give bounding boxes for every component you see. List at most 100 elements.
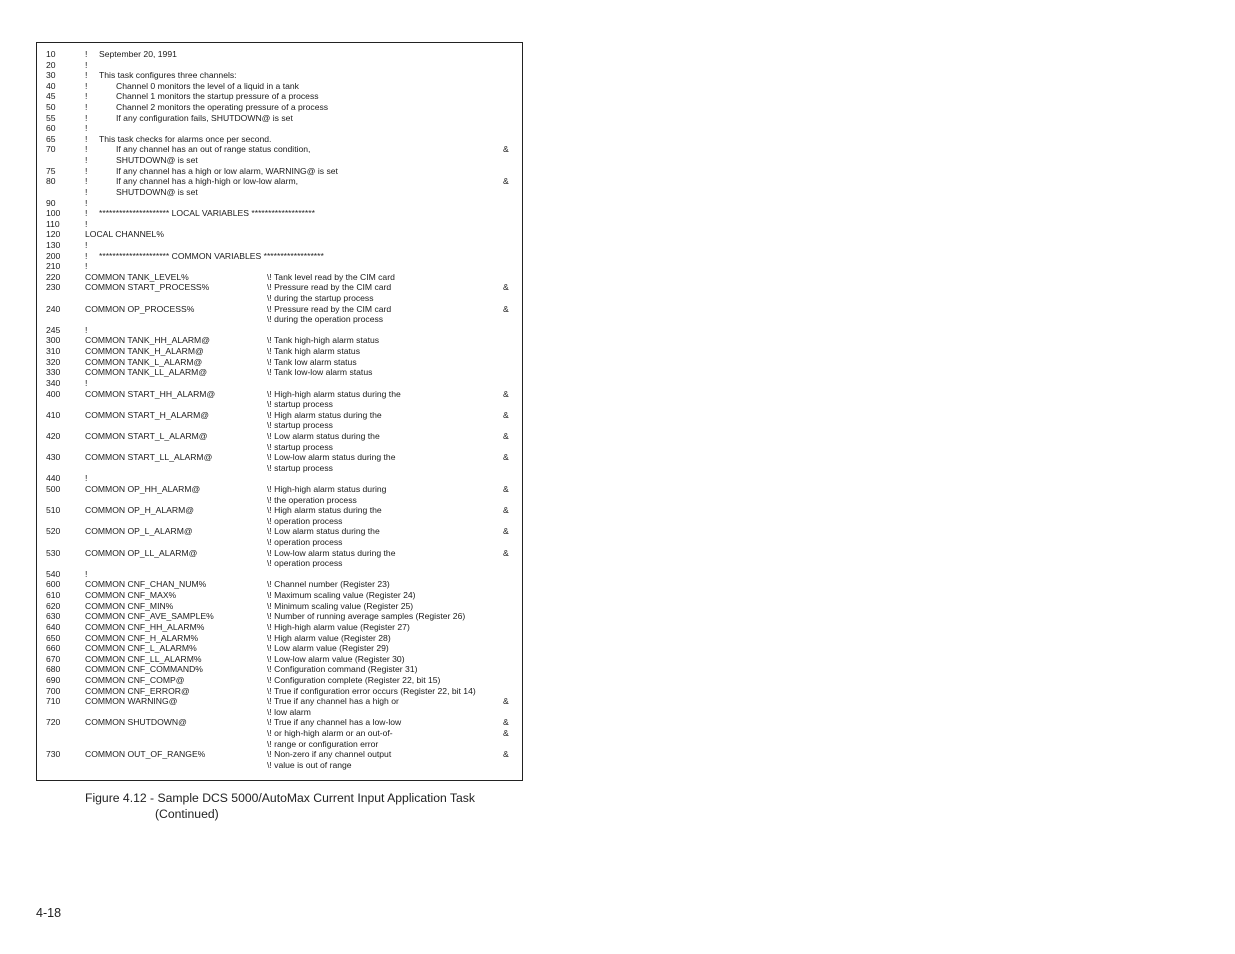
code-statement: COMMON CNF_AVE_SAMPLE% — [85, 611, 214, 622]
line-number: 620 — [46, 600, 61, 611]
code-line: 520 COMMON OP_L_ALARM@ \! Low alarm status… — [46, 526, 516, 537]
caption-line-2: (Continued) — [155, 807, 219, 821]
inline-remark: \! Tank high alarm status — [267, 346, 360, 357]
inline-remark: \! Minimum scaling value (Register 25) — [267, 600, 414, 611]
comment-text: ********************* LOCAL VARIABLES **… — [99, 208, 315, 219]
inline-remark: \! Tank low-low alarm status — [267, 367, 373, 378]
line-number: 40 — [46, 80, 56, 91]
inline-remark: \! operation process — [267, 558, 343, 569]
comment-text: SHUTDOWN@ is set — [116, 155, 198, 166]
line-number: 640 — [46, 621, 61, 632]
inline-remark: \! during the operation process — [267, 314, 384, 325]
line-number: 45 — [46, 91, 56, 102]
code-line: \! value is out of range — [46, 760, 516, 771]
line-number: 210 — [46, 261, 61, 272]
line-number: 610 — [46, 590, 61, 601]
comment-marker: ! — [85, 144, 88, 155]
inline-remark: \! Tank high-high alarm status — [267, 335, 380, 346]
code-line: 410 COMMON START_H_ALARM@ \! High alarm st… — [46, 410, 516, 421]
code-statement: COMMON WARNING@ — [85, 696, 178, 707]
inline-remark: \! operation process — [267, 515, 343, 526]
line-number: 90 — [46, 197, 56, 208]
line-number: 120 — [46, 229, 61, 240]
continuation-marker: & — [503, 717, 509, 728]
code-line: \! startup process — [46, 442, 516, 453]
code-statement: COMMON TANK_LEVEL% — [85, 271, 189, 282]
line-number: 720 — [46, 717, 61, 728]
code-listing: 10! September 20, 1991 20! 30! This task con… — [46, 49, 516, 770]
code-line: 430 COMMON START_LL_ALARM@ \! Low-low alar… — [46, 452, 516, 463]
code-statement: COMMON START_LL_ALARM@ — [85, 452, 213, 463]
inline-remark: \! Low-low alarm value (Register 30) — [267, 653, 405, 664]
inline-remark: \! Low-low alarm status during the — [267, 547, 396, 558]
comment-marker: ! — [85, 186, 88, 197]
comment-marker: ! — [85, 208, 88, 219]
line-number: 500 — [46, 483, 61, 494]
line-number: 220 — [46, 271, 61, 282]
comment-text: ********************* COMMON VARIABLES *… — [99, 250, 324, 261]
code-statement: COMMON OP_H_ALARM@ — [85, 505, 194, 516]
code-line: 440! — [46, 473, 516, 484]
code-line: \! startup process — [46, 399, 516, 410]
inline-remark: \! Tank low alarm status — [267, 356, 357, 367]
code-statement: COMMON OP_L_ALARM@ — [85, 526, 193, 537]
code-line: \! startup process — [46, 420, 516, 431]
code-line: 710 COMMON WARNING@ \! True if any channel… — [46, 696, 516, 707]
comment-marker: ! — [85, 49, 88, 59]
inline-remark: \! Number of running average samples (Re… — [267, 611, 466, 622]
line-number: 420 — [46, 430, 61, 441]
line-number: 650 — [46, 632, 61, 643]
figure-caption: Figure 4.12 - Sample DCS 5000/AutoMax Cu… — [85, 790, 475, 822]
line-number: 200 — [46, 250, 61, 261]
continuation-marker: & — [503, 452, 509, 463]
continuation-marker: & — [503, 728, 509, 738]
comment-text: This task configures three channels: — [99, 70, 237, 81]
code-line: 60! — [46, 123, 516, 134]
code-statement: COMMON TANK_LL_ALARM@ — [85, 367, 208, 378]
line-number: 510 — [46, 505, 61, 516]
code-line: 530 COMMON OP_LL_ALARM@ \! Low-low alarm s… — [46, 548, 516, 559]
code-statement: COMMON CNF_CHAN_NUM% — [85, 579, 207, 590]
code-line: 120 LOCAL CHANNEL% — [46, 229, 516, 240]
line-number: 600 — [46, 579, 61, 590]
code-line: 55! If any configuration fails, SHUTDOWN@… — [46, 113, 516, 124]
comment-marker: ! — [85, 80, 88, 91]
code-line: 240 COMMON OP_PROCESS% \! Pressure read by… — [46, 304, 516, 315]
caption-line-1: Figure 4.12 - Sample DCS 5000/AutoMax Cu… — [85, 791, 475, 805]
line-number: 55 — [46, 112, 56, 123]
code-line: 310 COMMON TANK_H_ALARM@ \! Tank high alar… — [46, 346, 516, 357]
code-line: 90! — [46, 198, 516, 209]
line-number: 630 — [46, 611, 61, 622]
line-number: 700 — [46, 685, 61, 696]
comment-text: SHUTDOWN@ is set — [116, 186, 198, 197]
code-statement: COMMON START_L_ALARM@ — [85, 430, 208, 441]
code-line: \! operation process — [46, 537, 516, 548]
inline-remark: \! Configuration command (Register 31) — [267, 664, 418, 675]
code-line: 330 COMMON TANK_LL_ALARM@ \! Tank low-low … — [46, 367, 516, 378]
code-line: ! SHUTDOWN@ is set — [46, 187, 516, 198]
comment-text: Channel 1 monitors the startup pressure … — [116, 91, 319, 102]
line-number: 690 — [46, 674, 61, 685]
inline-remark: \! low alarm — [267, 706, 311, 717]
code-line: \! range or configuration error — [46, 739, 516, 750]
continuation-marker: & — [503, 526, 509, 537]
code-line: 130! — [46, 240, 516, 251]
line-number: 310 — [46, 346, 61, 357]
line-number: 710 — [46, 696, 61, 707]
line-number: 80 — [46, 176, 56, 187]
comment-text: If any channel has a high or low alarm, … — [116, 165, 338, 176]
comment-marker: ! — [85, 133, 88, 144]
line-number: 75 — [46, 165, 56, 176]
line-number: 410 — [46, 409, 61, 420]
line-number: 330 — [46, 367, 61, 378]
code-statement: LOCAL CHANNEL% — [85, 229, 164, 240]
code-statement: COMMON CNF_HH_ALARM% — [85, 621, 205, 632]
line-number: 60 — [46, 123, 56, 134]
continuation-marker: & — [503, 303, 509, 314]
page-number: 4-18 — [36, 906, 62, 920]
line-number: 680 — [46, 664, 61, 675]
line-number: 320 — [46, 356, 61, 367]
code-line: 100! ********************* LOCAL VARIABLE… — [46, 208, 516, 219]
comment-marker: ! — [85, 261, 88, 272]
code-line: 210! — [46, 261, 516, 272]
